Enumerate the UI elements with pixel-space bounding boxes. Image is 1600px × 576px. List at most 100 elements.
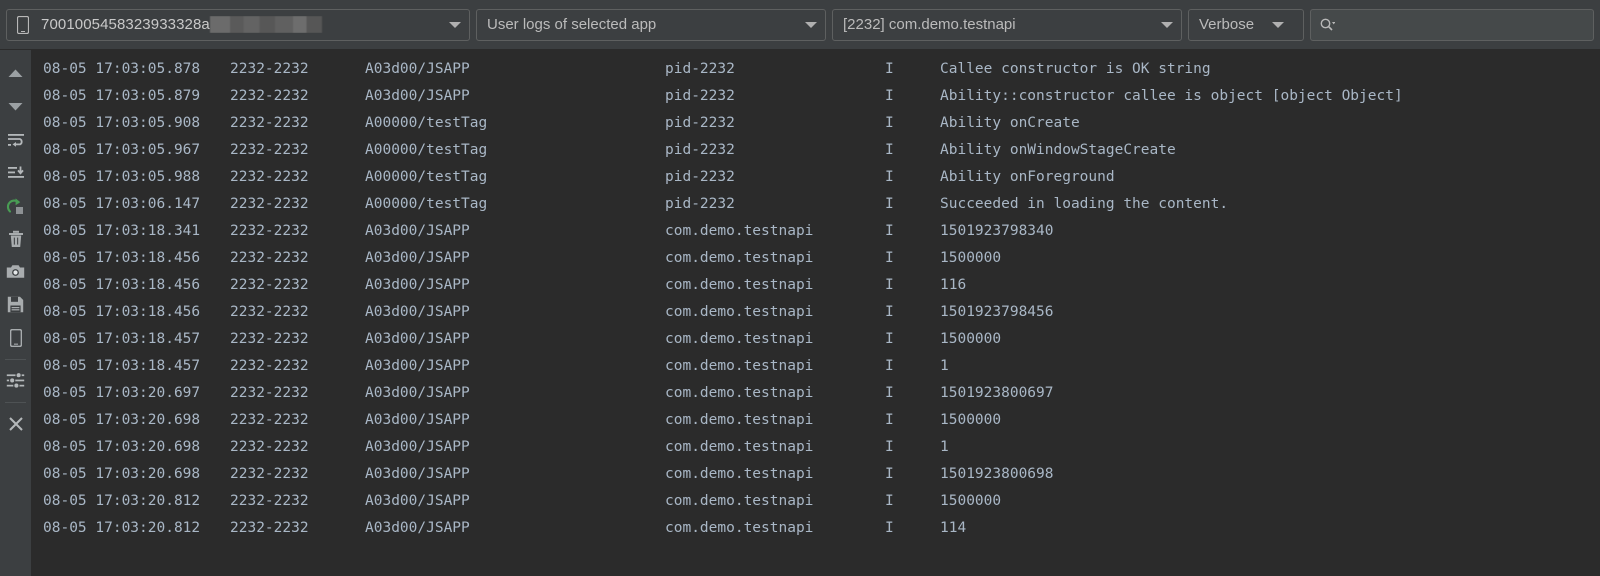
log-mode-selector[interactable]: User logs of selected app [476,8,826,41]
search-input[interactable] [1337,16,1585,33]
save-icon[interactable] [0,289,31,320]
camera-icon[interactable] [0,256,31,287]
log-output-panel[interactable]: 08-05 17:03:05.878 2232-2232 A03d00/JSAPP p… [31,50,1600,576]
log-package: com.demo.testnapi [665,439,814,455]
log-tag: A03d00/JSAPP [365,304,470,320]
log-time: 08-05 17:03:18.456 [43,304,201,320]
log-package: com.demo.testnapi [665,520,814,536]
log-level: I [885,466,894,482]
trash-icon[interactable] [0,223,31,254]
log-row[interactable]: 08-05 17:03:06.147 2232-2232 A00000/testTa… [31,191,1600,218]
log-row[interactable]: 08-05 17:03:18.341 2232-2232 A03d00/JSAPP c… [31,218,1600,245]
log-package: pid-2232 [665,61,735,77]
log-mode-value: User logs of selected app [487,16,657,33]
phone-icon [15,15,31,34]
log-level: I [885,520,894,536]
log-tag: A03d00/JSAPP [365,277,470,293]
log-time: 08-05 17:03:05.878 [43,61,201,77]
log-message: 1500000 [940,412,1002,428]
scroll-to-end-icon[interactable] [0,157,31,188]
log-row[interactable]: 08-05 17:03:20.698 2232-2232 A03d00/JSAPP c… [31,407,1600,434]
log-level: I [885,358,894,374]
log-level: I [885,331,894,347]
log-tag: A00000/testTag [365,115,488,131]
log-message: 1501923800698 [940,466,1054,482]
log-time: 08-05 17:03:18.456 [43,277,201,293]
chevron-down-icon[interactable] [1157,10,1177,40]
search-field[interactable] [1310,8,1594,41]
log-row[interactable]: 08-05 17:03:05.988 2232-2232 A00000/testTa… [31,164,1600,191]
log-message: 1500000 [940,493,1002,509]
log-row[interactable]: 08-05 17:03:20.697 2232-2232 A03d00/JSAPP c… [31,380,1600,407]
log-package: pid-2232 [665,169,735,185]
scroll-down-icon[interactable] [0,91,31,122]
log-message: Ability onCreate [940,115,1080,131]
log-pid: 2232-2232 [230,520,309,536]
chevron-down-icon[interactable] [801,10,821,40]
log-row[interactable]: 08-05 17:03:20.812 2232-2232 A03d00/JSAPP c… [31,515,1600,542]
log-level: I [885,142,894,158]
scroll-up-icon[interactable] [0,58,31,89]
log-message: Ability onForeground [940,169,1115,185]
log-tag: A03d00/JSAPP [365,520,470,536]
search-icon[interactable] [1319,17,1337,33]
log-row[interactable]: 08-05 17:03:05.967 2232-2232 A00000/testTa… [31,137,1600,164]
log-message: 1500000 [940,250,1002,266]
process-selector[interactable]: [2232] com.demo.testnapi [832,8,1182,41]
log-row[interactable]: 08-05 17:03:20.812 2232-2232 A03d00/JSAPP c… [31,488,1600,515]
log-message: Ability onWindowStageCreate [940,142,1176,158]
log-package: com.demo.testnapi [665,493,814,509]
log-time: 08-05 17:03:20.697 [43,385,201,401]
log-pid: 2232-2232 [230,277,309,293]
log-row[interactable]: 08-05 17:03:05.908 2232-2232 A00000/testTa… [31,110,1600,137]
soft-wrap-icon[interactable] [0,124,31,155]
settings-sliders-icon[interactable] [0,365,31,396]
log-tag: A03d00/JSAPP [365,223,470,239]
log-row[interactable]: 08-05 17:03:20.698 2232-2232 A03d00/JSAPP c… [31,461,1600,488]
log-pid: 2232-2232 [230,61,309,77]
log-row[interactable]: 08-05 17:03:20.698 2232-2232 A03d00/JSAPP c… [31,434,1600,461]
rail-divider-2 [5,402,26,403]
logcat-toolbar: 7001005458323933328a User logs of select… [0,0,1600,50]
log-row[interactable]: 08-05 17:03:18.457 2232-2232 A03d00/JSAPP c… [31,353,1600,380]
log-tag: A03d00/JSAPP [365,439,470,455]
log-package: com.demo.testnapi [665,250,814,266]
log-package: pid-2232 [665,142,735,158]
log-package: com.demo.testnapi [665,358,814,374]
log-tag: A03d00/JSAPP [365,466,470,482]
log-row[interactable]: 08-05 17:03:18.456 2232-2232 A03d00/JSAPP c… [31,272,1600,299]
device-selector[interactable]: 7001005458323933328a [6,8,470,41]
log-message: 1501923800697 [940,385,1054,401]
log-package: com.demo.testnapi [665,412,814,428]
device-icon[interactable] [0,322,31,353]
log-pid: 2232-2232 [230,115,309,131]
log-pid: 2232-2232 [230,493,309,509]
log-level-value: Verbose [1199,16,1255,33]
log-package: pid-2232 [665,88,735,104]
log-level: I [885,385,894,401]
log-time: 08-05 17:03:18.457 [43,331,201,347]
log-row[interactable]: 08-05 17:03:05.879 2232-2232 A03d00/JSAPP p… [31,83,1600,110]
log-tag: A03d00/JSAPP [365,493,470,509]
log-row[interactable]: 08-05 17:03:05.878 2232-2232 A03d00/JSAPP p… [31,56,1600,83]
log-message: 1 [940,439,949,455]
log-row[interactable]: 08-05 17:03:18.456 2232-2232 A03d00/JSAPP c… [31,245,1600,272]
log-row[interactable]: 08-05 17:03:18.456 2232-2232 A03d00/JSAPP c… [31,299,1600,326]
log-pid: 2232-2232 [230,169,309,185]
chevron-down-icon[interactable] [445,10,465,40]
log-tag: A03d00/JSAPP [365,358,470,374]
log-message: 1 [940,358,949,374]
log-package: com.demo.testnapi [665,466,814,482]
log-message: 116 [940,277,967,293]
log-tag: A00000/testTag [365,169,488,185]
log-package: com.demo.testnapi [665,331,814,347]
log-level-selector[interactable]: Verbose [1188,8,1304,41]
log-pid: 2232-2232 [230,223,309,239]
log-row[interactable]: 08-05 17:03:18.457 2232-2232 A03d00/JSAPP c… [31,326,1600,353]
log-pid: 2232-2232 [230,439,309,455]
close-icon[interactable] [0,408,31,439]
log-pid: 2232-2232 [230,88,309,104]
chevron-down-icon[interactable] [1268,10,1288,40]
log-message: Ability::constructor callee is object [o… [940,88,1403,104]
restart-icon[interactable] [0,190,31,221]
